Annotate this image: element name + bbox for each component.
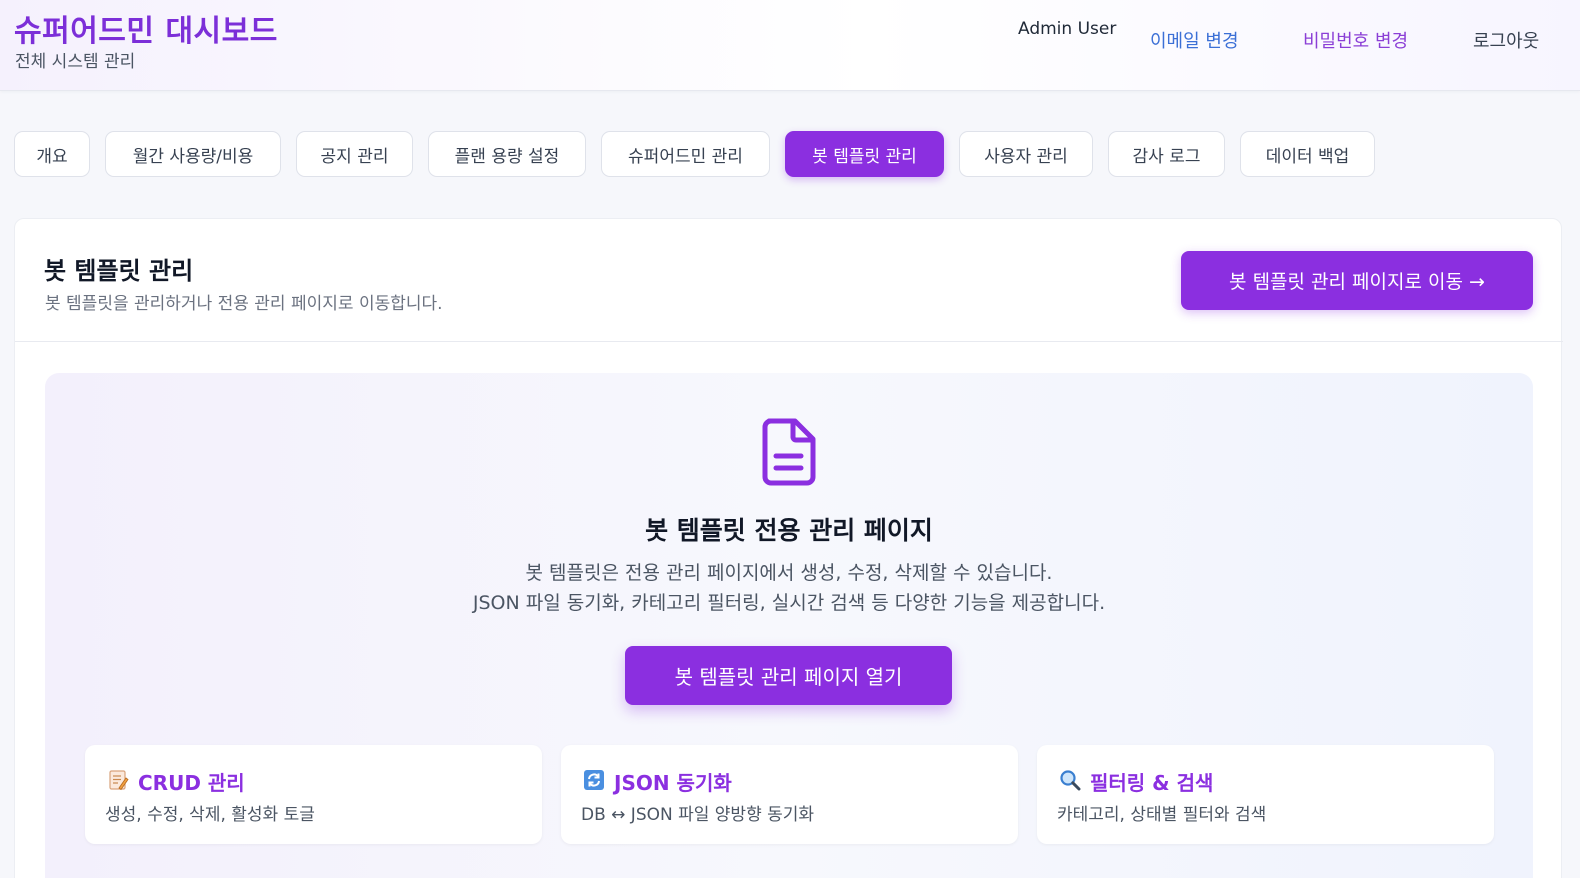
tab-superadmins[interactable]: 슈퍼어드민 관리 bbox=[601, 131, 770, 177]
tab-overview[interactable]: 개요 bbox=[14, 131, 90, 177]
feature-title: 필터링 & 검색 bbox=[1090, 771, 1214, 795]
sync-icon bbox=[584, 770, 604, 790]
tab-plan-capacity[interactable]: 플랜 용량 설정 bbox=[428, 131, 586, 177]
card-header: 봇 템플릿 관리 봇 템플릿을 관리하거나 전용 관리 페이지로 이동합니다. … bbox=[15, 219, 1563, 342]
current-user-name: Admin User bbox=[1018, 19, 1117, 39]
app-title: 슈퍼어드민 대시보드 bbox=[14, 14, 278, 49]
feature-description: DB ↔ JSON 파일 양방향 동기화 bbox=[581, 805, 815, 825]
info-panel: 봇 템플릿 전용 관리 페이지 봇 템플릿은 전용 관리 페이지에서 생성, 수… bbox=[45, 373, 1533, 878]
open-template-page-button[interactable]: 봇 템플릿 관리 페이지 열기 bbox=[625, 646, 952, 705]
feature-title: CRUD 관리 bbox=[138, 771, 245, 795]
tab-data-backup[interactable]: 데이터 백업 bbox=[1240, 131, 1375, 177]
memo-icon bbox=[109, 770, 129, 791]
tab-audit-log[interactable]: 감사 로그 bbox=[1108, 131, 1225, 177]
top-header: 슈퍼어드민 대시보드 전체 시스템 관리 Admin User 이메일 변경 비… bbox=[0, 0, 1580, 91]
change-email-link[interactable]: 이메일 변경 bbox=[1150, 27, 1239, 53]
go-to-template-page-button[interactable]: 봇 템플릿 관리 페이지로 이동 → bbox=[1181, 251, 1533, 310]
panel-description-line-2: JSON 파일 동기화, 카테고리 필터링, 실시간 검색 등 다양한 기능을 … bbox=[472, 592, 1106, 614]
tab-bot-templates[interactable]: 봇 템플릿 관리 bbox=[785, 131, 944, 177]
feature-card-json-sync: JSON 동기화 DB ↔ JSON 파일 양방향 동기화 bbox=[561, 745, 1018, 844]
panel-description-line-1: 봇 템플릿은 전용 관리 페이지에서 생성, 수정, 삭제할 수 있습니다. bbox=[525, 562, 1053, 584]
tab-users[interactable]: 사용자 관리 bbox=[959, 131, 1093, 177]
feature-card-crud: CRUD 관리 생성, 수정, 삭제, 활성화 토글 bbox=[85, 745, 542, 844]
change-password-link[interactable]: 비밀번호 변경 bbox=[1303, 27, 1408, 53]
feature-description: 카테고리, 상태별 필터와 검색 bbox=[1057, 805, 1267, 825]
tab-monthly-usage[interactable]: 월간 사용량/비용 bbox=[105, 131, 281, 177]
section-description: 봇 템플릿을 관리하거나 전용 관리 페이지로 이동합니다. bbox=[45, 294, 443, 314]
logout-link[interactable]: 로그아웃 bbox=[1473, 27, 1539, 53]
section-title: 봇 템플릿 관리 bbox=[44, 257, 194, 285]
tab-notices[interactable]: 공지 관리 bbox=[296, 131, 413, 177]
magnifier-icon bbox=[1060, 770, 1081, 791]
app-subtitle: 전체 시스템 관리 bbox=[15, 52, 136, 72]
feature-card-filter-search: 필터링 & 검색 카테고리, 상태별 필터와 검색 bbox=[1037, 745, 1494, 844]
document-icon bbox=[762, 418, 816, 486]
panel-title: 봇 템플릿 전용 관리 페이지 bbox=[645, 516, 933, 545]
feature-title: JSON 동기화 bbox=[614, 771, 732, 795]
bot-template-card: 봇 템플릿 관리 봇 템플릿을 관리하거나 전용 관리 페이지로 이동합니다. … bbox=[14, 218, 1563, 878]
feature-description: 생성, 수정, 삭제, 활성화 토글 bbox=[105, 805, 315, 825]
